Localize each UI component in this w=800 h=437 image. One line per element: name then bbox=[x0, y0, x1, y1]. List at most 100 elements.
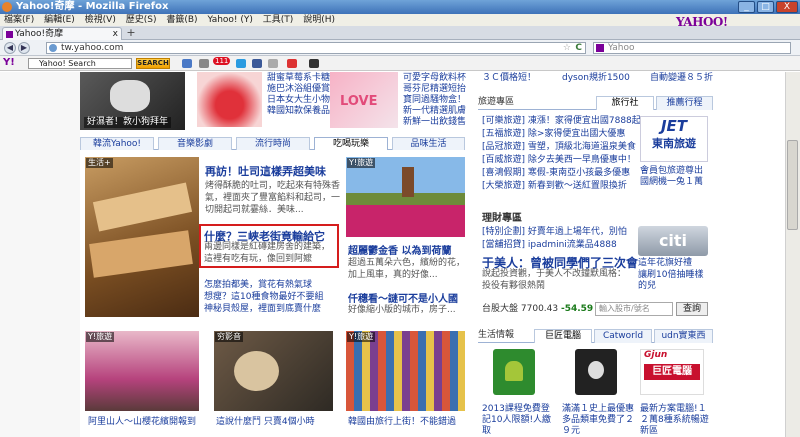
weather-icon[interactable] bbox=[236, 59, 246, 68]
reload-icon[interactable]: C bbox=[575, 43, 582, 53]
close-button[interactable]: X bbox=[776, 1, 798, 13]
deal-link-3[interactable]: 自動變遷８５折 bbox=[650, 73, 713, 84]
life-card-3[interactable]: 最新方案電腦!１２萬8種系統暢遊新區 bbox=[640, 404, 712, 437]
deal-link-2[interactable]: dyson規折1500 bbox=[562, 73, 630, 84]
bottom-caption-1[interactable]: 阿里山人～山櫻花繽開報到 bbox=[88, 417, 196, 428]
top-right-link[interactable]: 新一代精選肌膚 bbox=[403, 106, 466, 117]
tab-travel-plan[interactable]: 推薦行程 bbox=[656, 96, 713, 110]
toolbar-search-button[interactable]: SEARCH bbox=[136, 58, 170, 69]
maximize-button[interactable]: □ bbox=[757, 1, 774, 13]
top-right-link[interactable]: 新鮮一出飲錢售 bbox=[403, 117, 466, 128]
top-left-link[interactable]: 韓國知款保養品 bbox=[267, 106, 330, 117]
bullet-link[interactable]: 怎麼拍都美，賞花有熱氣球 bbox=[204, 279, 323, 291]
tulip-photo[interactable] bbox=[346, 157, 465, 237]
travel-link[interactable]: [大榮旅遊] 新春到歡～送紅置限換折 bbox=[482, 180, 641, 193]
tab-fashion[interactable]: 流行時尚 bbox=[236, 137, 310, 150]
tab-lifestyle[interactable]: 品味生活 bbox=[392, 137, 465, 150]
bottom-caption-3[interactable]: 韓國由旅行上街！不能錯過 bbox=[348, 417, 456, 428]
stock-query-button[interactable]: 查詢 bbox=[676, 302, 708, 316]
life-card-2[interactable]: 滿滿１史上最優惠多品類車免費了２９元 bbox=[562, 404, 638, 437]
new-tab-button[interactable]: + bbox=[124, 27, 138, 39]
menu-help[interactable]: 說明(H) bbox=[303, 15, 335, 25]
travel-link[interactable]: [五福旅遊] 除>家得便宜出國大優惠 bbox=[482, 128, 641, 141]
messenger-icon[interactable] bbox=[199, 59, 209, 68]
top-left-link[interactable]: 甜蜜草莓系卡糖 bbox=[267, 73, 330, 84]
tab-label: Yahoo!奇摩 bbox=[15, 29, 64, 39]
toolbar-search-input[interactable]: Yahoo! Search bbox=[28, 58, 132, 69]
tab-korea[interactable]: 韓流Yahoo! bbox=[80, 137, 154, 150]
music-icon[interactable] bbox=[309, 59, 319, 68]
bookmarks-icon[interactable] bbox=[268, 59, 278, 68]
side-story-title-2[interactable]: 仟穗看～謎可不是小人國 bbox=[348, 290, 458, 305]
travel-link[interactable]: [可樂旅遊] 凍漲！家得便宜出國7888起 bbox=[482, 115, 641, 128]
menu-tools[interactable]: 工具(T) bbox=[263, 15, 294, 25]
toast-photo[interactable] bbox=[85, 157, 199, 317]
tab-music[interactable]: 音樂影劇 bbox=[158, 137, 232, 150]
life-card-1[interactable]: 2013課程免費登記10人限額!人繳取 bbox=[482, 404, 557, 437]
tab-travel-agency[interactable]: 旅行社 bbox=[596, 96, 654, 110]
top-left-link[interactable]: 日本女大生小物 bbox=[267, 95, 330, 106]
jet-travel-logo[interactable]: JET 東南旅遊 bbox=[640, 116, 708, 162]
stock-search-input[interactable]: 輸入股市/號名 bbox=[595, 302, 673, 316]
facebook-icon[interactable] bbox=[252, 59, 262, 68]
apple-icon[interactable] bbox=[575, 349, 617, 395]
finance-body: 說起投資觀，于美人不改鐘默風格：投役有夥很熱鬧 bbox=[482, 269, 627, 291]
citi-card-image[interactable]: citi bbox=[638, 226, 708, 256]
finance-link[interactable]: [特別企劃] 好賣年過上場年代，別怕 bbox=[482, 226, 627, 239]
back-button[interactable]: ◀ bbox=[4, 42, 16, 54]
video-icon[interactable] bbox=[287, 59, 297, 68]
main-story-title[interactable]: 再訪！吐司這樣弄超美味 bbox=[205, 163, 326, 179]
gjun-logo[interactable]: Gjun 巨匠電腦 bbox=[640, 349, 704, 395]
tab-life-info[interactable]: 生活情報 bbox=[478, 329, 530, 343]
love-photo[interactable]: LOVE bbox=[330, 72, 398, 128]
top-left-link[interactable]: 施巴沐浴組優賞 bbox=[267, 84, 330, 95]
scrollbar-thumb[interactable] bbox=[787, 140, 798, 230]
channel-tabs: 韓流Yahoo! 音樂影劇 流行時尚 吃喝玩樂 品味生活 bbox=[80, 137, 465, 150]
top-right-link[interactable]: 哥芬尼精選短抬 bbox=[403, 84, 466, 95]
shopping-photo[interactable] bbox=[346, 331, 465, 411]
deal-link-1[interactable]: ３Ｃ價格短！ bbox=[482, 73, 536, 84]
top-right-link[interactable]: 可愛字母飲料杯 bbox=[403, 73, 466, 84]
citi-promo[interactable]: 讓刷10倍抽睡樣的兒 bbox=[638, 270, 710, 292]
yahoo-toolbar-logo[interactable]: Y! bbox=[3, 57, 15, 68]
navigation-bar: ◀ ▶ tw.yahoo.com ☆ C Yahoo bbox=[0, 40, 800, 56]
bottom-caption-2[interactable]: 這說什麼鬥 只賣4個小時 bbox=[216, 417, 315, 428]
top-right-link[interactable]: 寶同過騷物盒！ bbox=[403, 95, 466, 106]
url-bar[interactable]: tw.yahoo.com ☆ C bbox=[46, 42, 586, 54]
minimize-button[interactable]: _ bbox=[738, 1, 755, 13]
mail-icon[interactable] bbox=[182, 59, 192, 68]
travel-link[interactable]: [喜鴻假期] 寒假-東南亞小孩最多優惠 bbox=[482, 167, 641, 180]
menu-view[interactable]: 檢視(V) bbox=[85, 15, 116, 25]
bookmark-star-icon[interactable]: ☆ bbox=[563, 43, 571, 53]
browser-search-box[interactable]: Yahoo bbox=[593, 42, 791, 54]
tab-travel[interactable]: 旅遊專區 bbox=[478, 96, 550, 110]
dog-photo-caption[interactable]: 好濕者！敦小狗拜年 bbox=[84, 117, 172, 128]
tab-close-icon[interactable]: x bbox=[113, 28, 118, 40]
menu-bookmarks[interactable]: 書籤(B) bbox=[166, 15, 197, 25]
forward-button[interactable]: ▶ bbox=[18, 42, 30, 54]
vertical-scrollbar[interactable] bbox=[785, 72, 800, 437]
food-video-photo[interactable] bbox=[214, 331, 333, 411]
citi-text[interactable]: 這年花旗好禮 bbox=[638, 258, 710, 269]
mail-count-badge: 111 bbox=[213, 57, 231, 65]
finance-link[interactable]: [當舖招貸] ipadmini流業品4888 bbox=[482, 239, 627, 252]
tab-udn[interactable]: udn實東西 bbox=[654, 329, 713, 343]
strawberry-photo[interactable] bbox=[197, 72, 262, 127]
menu-edit[interactable]: 編輯(E) bbox=[44, 15, 75, 25]
menu-file[interactable]: 檔案(F) bbox=[4, 15, 34, 25]
side-story-title[interactable]: 超麗鬱金香 以為到荷蘭 bbox=[348, 242, 451, 257]
tab-gjun[interactable]: 巨匠電腦 bbox=[534, 329, 592, 343]
menu-history[interactable]: 歷史(S) bbox=[126, 15, 157, 25]
side-story-body-2: 好像縮小版的城市，房子... bbox=[348, 305, 456, 315]
tab-food[interactable]: 吃喝玩樂 bbox=[314, 137, 388, 150]
travel-link[interactable]: [品冠旅遊] 雪塑，頂級北海道溫泉美食 bbox=[482, 141, 641, 154]
android-icon[interactable] bbox=[493, 349, 535, 395]
bullet-link[interactable]: 神秘貝殼屋，裡面到底賣什麼 bbox=[204, 303, 323, 315]
bullet-link[interactable]: 想瘦？這10種食物最好不要組 bbox=[204, 291, 323, 303]
menu-yahoo[interactable]: Yahoo! (Y) bbox=[207, 15, 252, 25]
travel-link[interactable]: [百威旅遊] 除夕去美西一早鳥優惠中！ bbox=[482, 154, 641, 167]
tab-catworld[interactable]: Catworld bbox=[594, 329, 652, 343]
cherry-photo[interactable] bbox=[85, 331, 199, 411]
tab-yahoo[interactable]: Yahoo!奇摩 x bbox=[2, 27, 122, 40]
travel-promo[interactable]: 會員包旅遊尊出國網機一兔１萬 bbox=[640, 166, 710, 188]
